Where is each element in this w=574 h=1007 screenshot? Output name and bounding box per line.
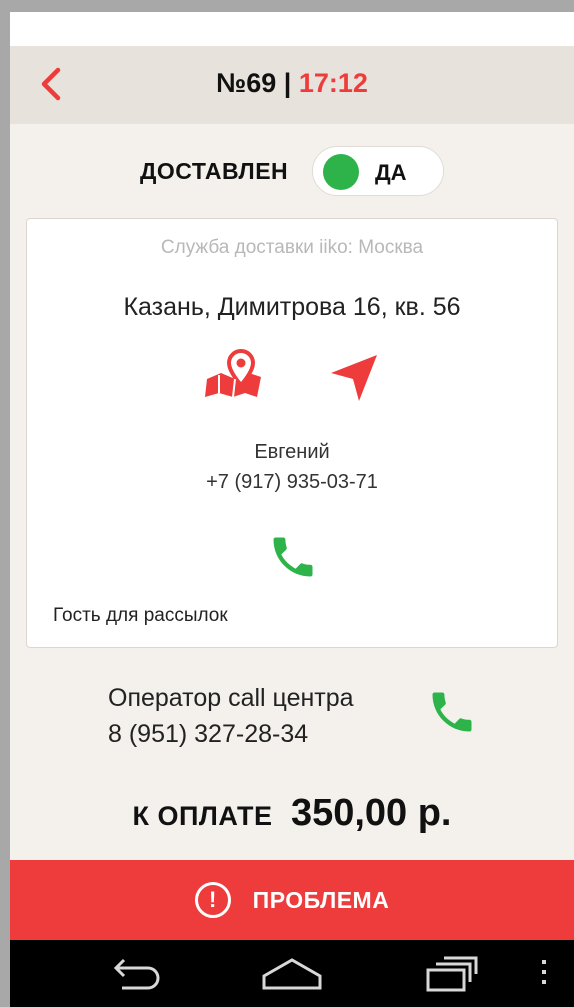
back-nav-icon[interactable]: [108, 954, 164, 994]
payment-amount: 350,00 р.: [290, 792, 452, 834]
phone-icon[interactable]: [267, 531, 319, 583]
menu-dots-icon[interactable]: [538, 954, 550, 994]
device-frame: №69 | 17:12 ДОСТАВЛЕН ДА Служба доставки…: [0, 0, 574, 1007]
delivery-service: Служба доставки iiko: Москва: [160, 237, 424, 258]
recents-nav-icon[interactable]: [424, 954, 480, 994]
delivery-address: Казань, Димитрова 16, кв. 56: [123, 293, 461, 321]
operator-phone-icon[interactable]: [426, 686, 478, 738]
toggle-label: ДА: [375, 160, 407, 185]
order-card: Служба доставки iiko: Москва Казань, Дим…: [26, 218, 558, 648]
home-nav-icon[interactable]: [260, 954, 324, 994]
map-pin-icon[interactable]: [205, 349, 263, 399]
order-title: №69 | 17:12: [10, 68, 574, 99]
problem-label: ПРОБЛЕМА: [252, 886, 390, 913]
order-time: 17:12: [298, 68, 368, 98]
guest-note: Гость для рассылок: [53, 605, 228, 626]
system-nav-bar: [10, 940, 574, 1007]
payment-label: К ОПЛАТЕ: [132, 801, 273, 831]
status-bar: [10, 12, 574, 46]
alert-icon: !: [194, 881, 231, 918]
customer-name: Евгений: [254, 441, 330, 463]
app-screen: №69 | 17:12 ДОСТАВЛЕН ДА Служба доставки…: [10, 12, 574, 1007]
navigation-arrow-icon[interactable]: [329, 351, 379, 403]
obscured-row: [180, 848, 420, 860]
delivered-toggle[interactable]: ДА: [312, 146, 444, 196]
delivered-label: ДОСТАВЛЕН: [140, 158, 289, 184]
payment-row: К ОПЛАТЕ 350,00 р.: [10, 792, 574, 835]
customer-phone: +7 (917) 935-03-71: [206, 471, 378, 493]
problem-button-content: ! ПРОБЛЕМА: [10, 860, 574, 940]
operator-phone: 8 (951) 327-28-34: [108, 720, 309, 748]
delivered-row: ДОСТАВЛЕН ДА: [10, 144, 574, 198]
order-number: №69: [216, 68, 277, 98]
header-bar: №69 | 17:12: [10, 46, 574, 124]
operator-label: Оператор call центра: [108, 684, 354, 712]
operator-block: Оператор call центра 8 (951) 327-28-34: [108, 680, 354, 752]
toggle-knob: [323, 154, 359, 190]
problem-button[interactable]: ! ПРОБЛЕМА: [10, 860, 574, 940]
title-separator: |: [276, 68, 299, 98]
